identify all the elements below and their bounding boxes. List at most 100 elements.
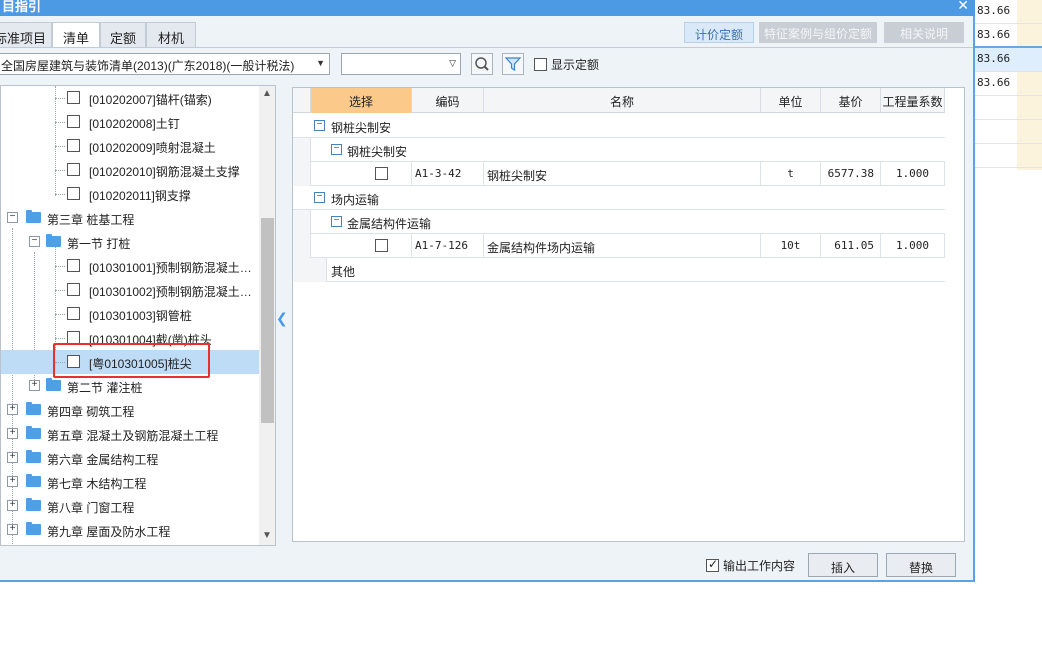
tab-materials[interactable]: 材机: [146, 22, 196, 47]
tree-checkbox[interactable]: [67, 283, 80, 296]
grid-header-corner: [293, 88, 311, 113]
tree-item[interactable]: [010301002]预制钢筋混凝土…: [1, 278, 259, 302]
cell-select[interactable]: [311, 234, 412, 257]
collapse-icon[interactable]: −: [331, 216, 342, 227]
grid-group-row[interactable]: − 钢桩尖制安: [293, 114, 945, 138]
insert-button[interactable]: 插入: [808, 553, 878, 577]
expand-icon[interactable]: +: [7, 404, 18, 415]
bill-library-select[interactable]: 全国房屋建筑与装饰清单(2013)(广东2018)(一般计税法) ▼: [0, 53, 330, 75]
expand-icon[interactable]: +: [7, 524, 18, 535]
output-work-toggle[interactable]: 输出工作内容: [706, 557, 795, 574]
tree-item[interactable]: [010202007]锚杆(锚索): [1, 86, 259, 110]
expand-icon[interactable]: +: [7, 428, 18, 439]
tree-item-label: [010202011]钢支撑: [89, 189, 191, 203]
tree-item[interactable]: [010202010]钢筋混凝土支撑: [1, 158, 259, 182]
expand-icon[interactable]: +: [29, 380, 40, 391]
show-quota-checkbox[interactable]: [534, 58, 547, 71]
tree-chapter[interactable]: + 第四章 砌筑工程: [1, 398, 259, 422]
collapse-icon[interactable]: −: [314, 192, 325, 203]
tree-item-label: [010301002]预制钢筋混凝土…: [89, 285, 252, 299]
row-checkbox[interactable]: [374, 167, 388, 180]
output-work-checkbox[interactable]: [706, 557, 719, 572]
tab-standard-items[interactable]: 标准项目: [0, 22, 52, 47]
col-name[interactable]: 名称: [484, 88, 761, 113]
tree-item[interactable]: [010301001]预制钢筋混凝土…: [1, 254, 259, 278]
quota-grid: 选择 编码 名称 单位 基价 工程量系数 − 钢桩尖制安 − 钢桩尖制安 A1-…: [292, 87, 965, 542]
expand-icon[interactable]: +: [7, 476, 18, 487]
show-quota-toggle[interactable]: 显示定额: [534, 56, 599, 73]
filter-icon: [504, 57, 522, 72]
grid-group-row[interactable]: − 场内运输: [293, 186, 945, 210]
tree-chapter[interactable]: − 第三章 桩基工程: [1, 206, 259, 230]
tree-checkbox[interactable]: [67, 139, 80, 152]
tree-checkbox[interactable]: [67, 259, 80, 272]
folder-icon: [46, 234, 61, 247]
tree-item[interactable]: [010202009]喷射混凝土: [1, 134, 259, 158]
close-icon[interactable]: ✕: [957, 0, 969, 14]
filter-button[interactable]: [502, 53, 524, 75]
pricing-quota-button[interactable]: 计价定额: [684, 22, 754, 43]
col-code[interactable]: 编码: [412, 88, 484, 113]
chevron-up-icon[interactable]: ▲: [262, 88, 272, 99]
collapse-icon[interactable]: −: [7, 212, 18, 223]
expand-icon[interactable]: +: [7, 500, 18, 511]
search-input[interactable]: ▽: [341, 53, 461, 75]
tab-quota[interactable]: 定额: [100, 22, 146, 47]
tree-checkbox[interactable]: [67, 187, 80, 200]
tab-bill[interactable]: 清单: [52, 22, 100, 48]
related-notes-button[interactable]: 相关说明: [884, 22, 964, 43]
tree-checkbox[interactable]: [67, 307, 80, 320]
chevron-down-icon[interactable]: ▼: [262, 530, 272, 541]
cell-code: A1-3-42: [412, 162, 484, 185]
chevron-down-icon: ▽: [449, 58, 456, 68]
tree-connector: [55, 170, 65, 171]
tree-scrollbar[interactable]: ▲ ▼: [259, 86, 275, 545]
tree-checkbox[interactable]: [67, 91, 80, 104]
grid-group-row[interactable]: − 金属结构件运输: [293, 210, 945, 234]
tree-chapter[interactable]: + 第八章 门窗工程: [1, 494, 259, 518]
cell-select[interactable]: [311, 162, 412, 185]
folder-icon: [26, 474, 41, 487]
tree-section[interactable]: − 第一节 打桩: [1, 230, 259, 254]
tree-connector: [55, 122, 65, 123]
tree-chapter[interactable]: + 第九章 屋面及防水工程: [1, 518, 259, 542]
grid-row-gutter: [293, 138, 311, 162]
replace-button[interactable]: 替换: [886, 553, 956, 577]
tree-checkbox[interactable]: [67, 163, 80, 176]
tree-item-label: [010301003]钢管桩: [89, 309, 192, 323]
grid-row[interactable]: A1-3-42 钢桩尖制安 t 6577.38 1.000: [293, 162, 945, 186]
tree-item-label: 第二节 灌注桩: [67, 381, 143, 395]
collapse-icon[interactable]: −: [314, 120, 325, 131]
feature-case-button[interactable]: 特征案例与组价定额: [759, 22, 877, 43]
tree-item-label: 第三章 桩基工程: [47, 213, 135, 227]
tree-chapter[interactable]: + 第六章 金属结构工程: [1, 446, 259, 470]
tree-item-label: [010202007]锚杆(锚索): [89, 93, 212, 107]
collapse-icon[interactable]: −: [29, 236, 40, 247]
tree-checkbox[interactable]: [67, 115, 80, 128]
col-coef[interactable]: 工程量系数: [881, 88, 945, 113]
tree-item[interactable]: [010301003]钢管桩: [1, 302, 259, 326]
collapse-panel-icon[interactable]: ❮: [276, 310, 288, 327]
tree-item-label: [010202008]土钉: [89, 117, 180, 131]
tree-item[interactable]: [010202008]土钉: [1, 110, 259, 134]
grid-header: 选择 编码 名称 单位 基价 工程量系数: [293, 88, 945, 113]
tree-chapter[interactable]: + 第五章 混凝土及钢筋混凝土工程: [1, 422, 259, 446]
cell-coef[interactable]: 1.000: [881, 234, 945, 257]
search-button[interactable]: [471, 53, 493, 75]
expand-icon[interactable]: +: [7, 452, 18, 463]
col-price[interactable]: 基价: [821, 88, 881, 113]
tree-chapter[interactable]: + 第七章 木结构工程: [1, 470, 259, 494]
scrollbar-thumb[interactable]: [261, 218, 274, 423]
tree-item-label: 第七章 木结构工程: [47, 477, 147, 491]
tree-item[interactable]: [010202011]钢支撑: [1, 182, 259, 206]
grid-row[interactable]: A1-7-126 金属结构件场内运输 10t 611.05 1.000: [293, 234, 945, 258]
col-select[interactable]: 选择: [311, 88, 412, 113]
row-checkbox[interactable]: [374, 239, 388, 252]
grid-group-row[interactable]: − 钢桩尖制安: [293, 138, 945, 162]
search-icon: [475, 57, 489, 71]
collapse-icon[interactable]: −: [331, 144, 342, 155]
col-unit[interactable]: 单位: [761, 88, 821, 113]
grid-group-row[interactable]: 其他: [293, 258, 945, 282]
group-label: 金属结构件运输: [347, 217, 432, 231]
cell-coef[interactable]: 1.000: [881, 162, 945, 185]
